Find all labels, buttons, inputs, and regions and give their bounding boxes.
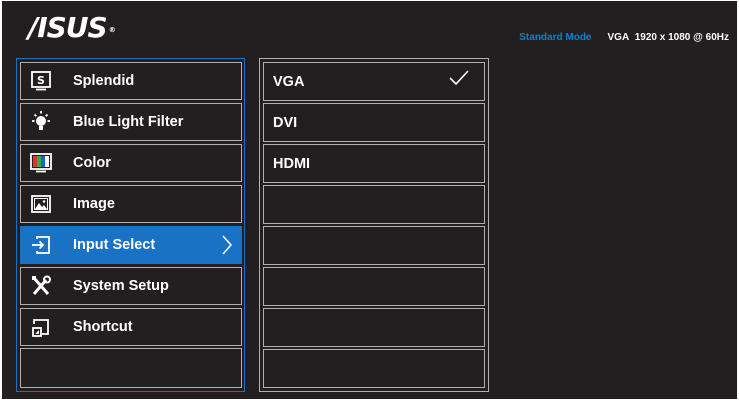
menu-item-label: Color bbox=[73, 155, 111, 171]
menu-item-label: Shortcut bbox=[73, 319, 133, 335]
chevron-right-icon bbox=[221, 234, 233, 261]
menu-item-image[interactable]: Image bbox=[20, 185, 242, 223]
submenu-item-label: HDMI bbox=[273, 155, 311, 172]
menu-item-label: Blue Light Filter bbox=[73, 114, 184, 130]
menu-item-input-select[interactable]: Input Select bbox=[20, 226, 242, 264]
menu-empty-row bbox=[20, 348, 242, 388]
color-bars-icon bbox=[29, 151, 53, 175]
status-bar: Standard Mode VGA 1920 x 1080 @ 60Hz bbox=[519, 32, 729, 44]
shortcut-icon bbox=[29, 315, 53, 339]
submenu-empty-row bbox=[263, 185, 485, 224]
menu-item-label: System Setup bbox=[73, 278, 169, 294]
menu-item-blue-light-filter[interactable]: Blue Light Filter bbox=[20, 103, 242, 141]
image-picture-icon bbox=[29, 192, 53, 216]
submenu-item-hdmi[interactable]: HDMI bbox=[263, 144, 485, 183]
input-label: VGA bbox=[607, 32, 630, 43]
splendid-s-icon: S bbox=[29, 69, 53, 93]
mode-label: Standard Mode bbox=[519, 32, 592, 43]
menu-item-splendid[interactable]: S Splendid bbox=[20, 62, 242, 100]
osd-window: /ISUS ® Standard Mode VGA 1920 x 1080 @ 60… bbox=[2, 1, 737, 399]
menu-item-label: Image bbox=[73, 196, 115, 212]
brand-name: /ISUS bbox=[28, 11, 108, 44]
input-arrow-icon bbox=[29, 233, 53, 257]
menu-item-color[interactable]: Color bbox=[20, 144, 242, 182]
resolution-label: 1920 x 1080 @ 60Hz bbox=[634, 32, 729, 43]
svg-text:S: S bbox=[37, 74, 45, 87]
checkmark-icon bbox=[448, 67, 470, 94]
wrench-screwdriver-icon bbox=[29, 274, 53, 298]
submenu-empty-row bbox=[263, 226, 485, 265]
submenu-item-dvi[interactable]: DVI bbox=[263, 103, 485, 142]
menu-item-system-setup[interactable]: System Setup bbox=[20, 267, 242, 305]
menu-item-label: Splendid bbox=[73, 73, 135, 89]
main-menu: S Splendid Blue Light Filter Color Image bbox=[16, 58, 245, 392]
submenu-item-label: DVI bbox=[273, 114, 298, 131]
submenu-item-label: VGA bbox=[273, 73, 305, 90]
trademark-symbol: ® bbox=[108, 26, 116, 34]
submenu-empty-row bbox=[263, 308, 485, 347]
input-select-submenu: VGA DVI HDMI bbox=[259, 58, 489, 392]
submenu-empty-row bbox=[263, 349, 485, 388]
light-bulb-icon bbox=[29, 110, 53, 134]
menu-item-shortcut[interactable]: Shortcut bbox=[20, 308, 242, 346]
menu-item-label: Input Select bbox=[73, 237, 156, 253]
asus-logo: /ISUS ® bbox=[28, 11, 116, 44]
submenu-item-vga[interactable]: VGA bbox=[263, 62, 485, 101]
submenu-empty-row bbox=[263, 267, 485, 306]
